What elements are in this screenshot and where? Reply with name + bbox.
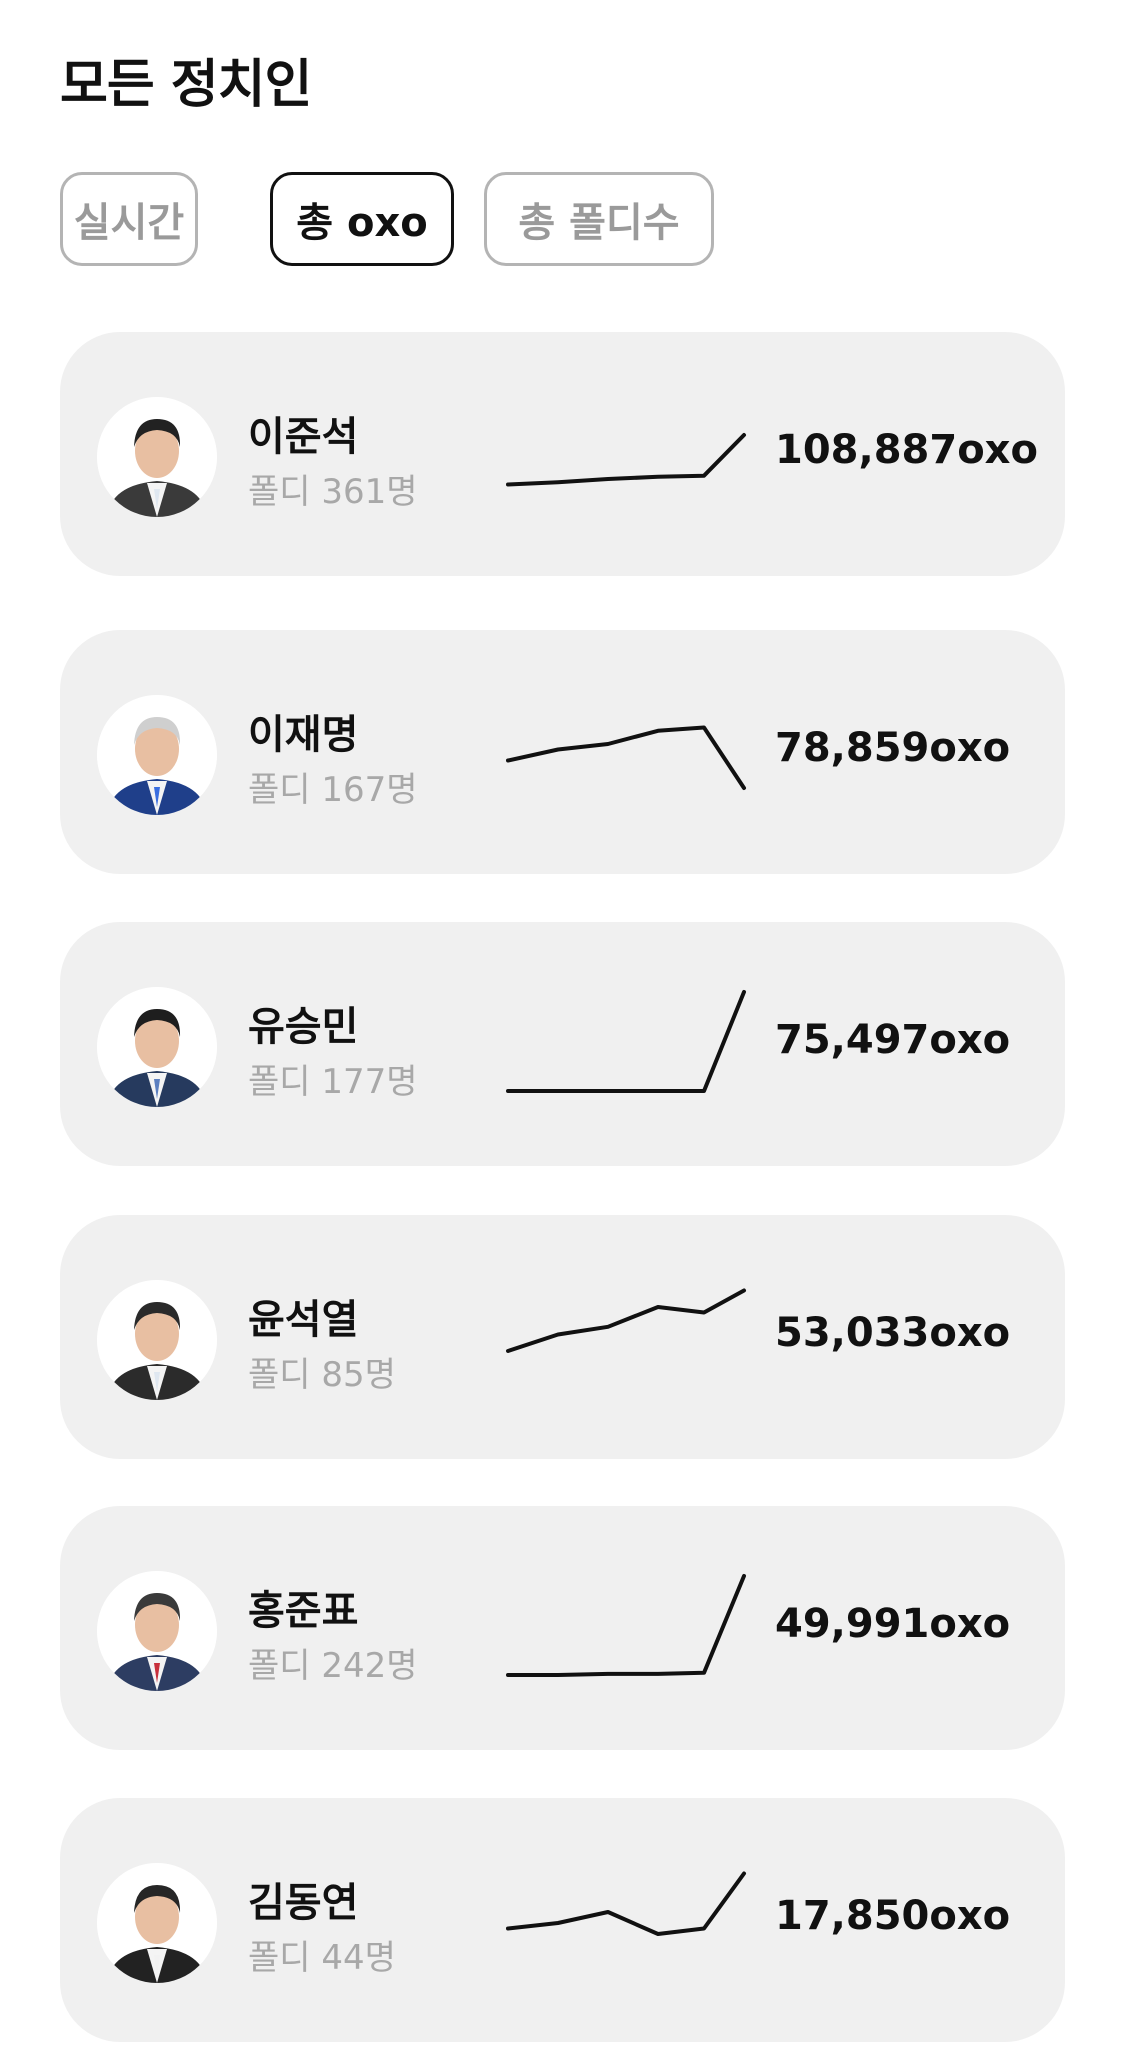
avatar — [97, 1571, 217, 1691]
politician-name: 김동연 — [248, 1880, 359, 1926]
trend-line — [506, 725, 746, 790]
politician-card[interactable]: 이재명 폴디 167명 78,859oxo — [60, 630, 1065, 874]
trend-sparkline — [506, 1288, 746, 1353]
oxo-total: 17,850oxo — [775, 1893, 1011, 1939]
page-title: 모든 정치인 — [60, 55, 312, 115]
trend-line — [506, 1288, 746, 1353]
fan-count: 폴디 177명 — [248, 1062, 418, 1102]
oxo-total: 75,497oxo — [775, 1017, 1011, 1063]
politician-name: 윤석열 — [248, 1297, 359, 1343]
trend-line — [506, 433, 746, 487]
trend-sparkline — [506, 990, 746, 1093]
avatar — [97, 1280, 217, 1400]
tab-total-fans[interactable]: 총 폴디수 — [484, 172, 714, 266]
politician-card[interactable]: 윤석열 폴디 85명 53,033oxo — [60, 1215, 1065, 1459]
tab-realtime[interactable]: 실시간 — [60, 172, 198, 266]
fan-count: 폴디 242명 — [248, 1646, 418, 1686]
trend-line — [506, 990, 746, 1093]
trend-sparkline — [506, 1574, 746, 1677]
tab-total-oxo[interactable]: 총 oxo — [270, 172, 454, 266]
politician-card[interactable]: 유승민 폴디 177명 75,497oxo — [60, 922, 1065, 1166]
politician-card[interactable]: 이준석 폴디 361명 108,887oxo — [60, 332, 1065, 576]
oxo-total: 53,033oxo — [775, 1310, 1011, 1356]
politician-card[interactable]: 김동연 폴디 44명 17,850oxo — [60, 1798, 1065, 2042]
politician-name: 홍준표 — [248, 1588, 359, 1634]
oxo-total: 78,859oxo — [775, 725, 1011, 771]
avatar — [97, 1863, 217, 1983]
avatar — [97, 695, 217, 815]
trend-sparkline — [506, 1871, 746, 1936]
trend-line — [506, 1871, 746, 1936]
fan-count: 폴디 361명 — [248, 472, 418, 512]
fan-count: 폴디 44명 — [248, 1938, 396, 1978]
politician-card[interactable]: 홍준표 폴디 242명 49,991oxo — [60, 1506, 1065, 1750]
politician-name: 이재명 — [248, 712, 359, 758]
avatar — [97, 987, 217, 1107]
trend-sparkline — [506, 725, 746, 790]
trend-sparkline — [506, 433, 746, 487]
politician-name: 이준석 — [248, 414, 359, 460]
fan-count: 폴디 85명 — [248, 1355, 396, 1395]
politician-name: 유승민 — [248, 1004, 359, 1050]
trend-line — [506, 1574, 746, 1677]
oxo-total: 49,991oxo — [775, 1601, 1011, 1647]
fan-count: 폴디 167명 — [248, 770, 418, 810]
oxo-total: 108,887oxo — [775, 427, 1038, 473]
avatar — [97, 397, 217, 517]
